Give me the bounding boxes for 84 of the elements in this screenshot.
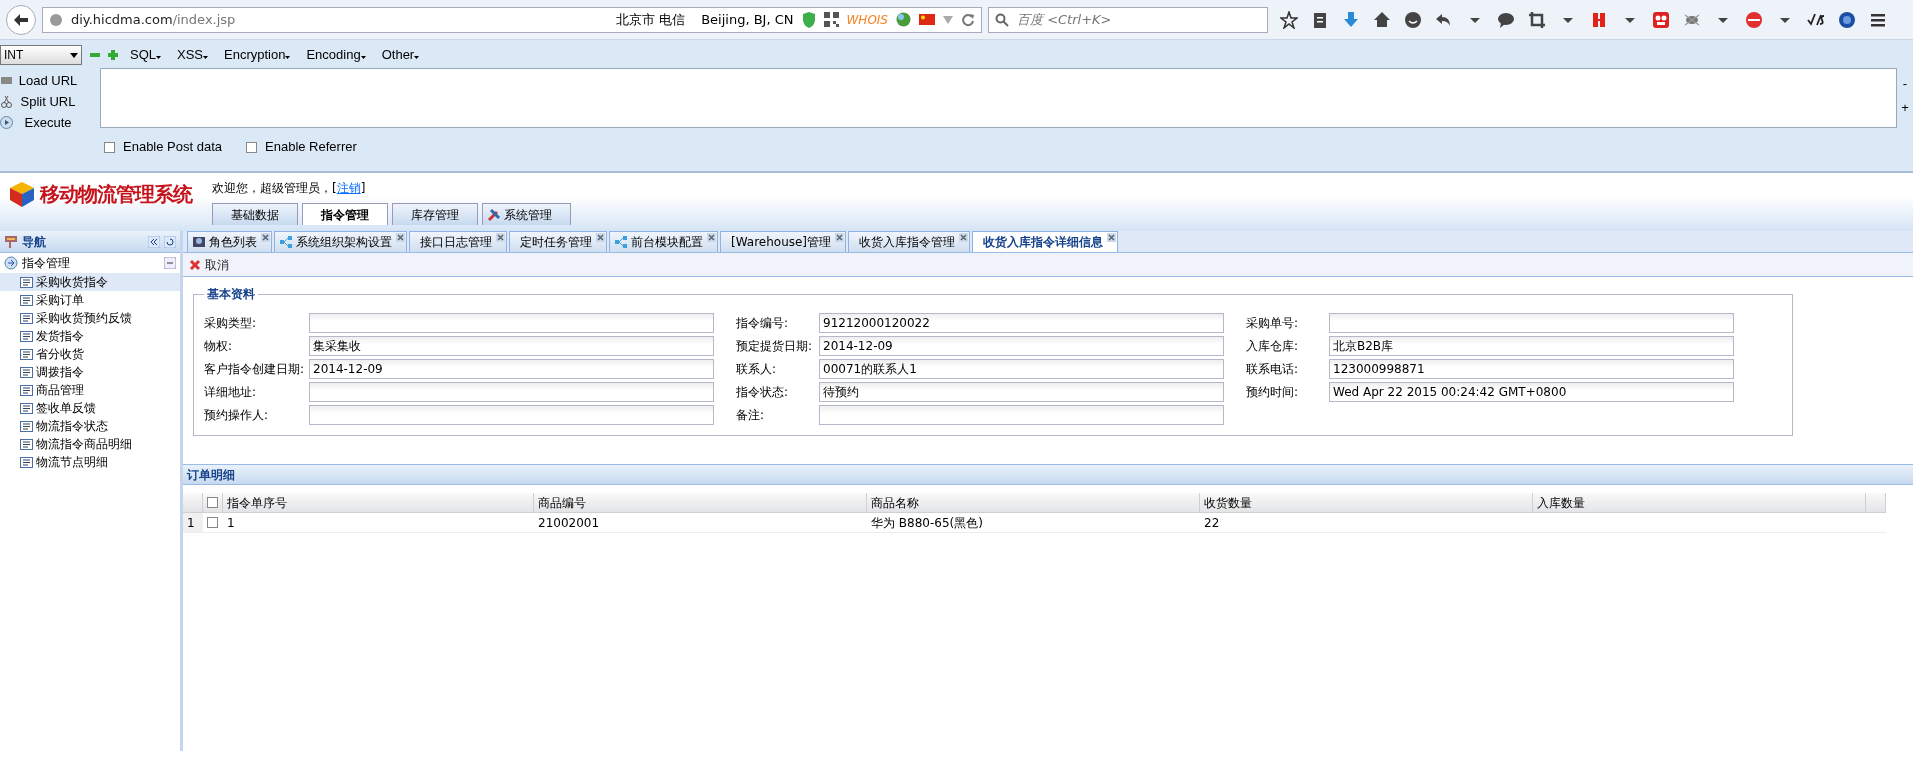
tree-item[interactable]: 省分收货 [0, 345, 180, 363]
input-field[interactable]: 集采集收 [309, 336, 714, 356]
input-field[interactable]: 2014-12-09 [819, 336, 1224, 356]
cancel-button[interactable]: 取消 [189, 255, 229, 274]
action-button[interactable]: Split URL [13, 91, 83, 112]
column-header[interactable]: 商品名称 [867, 493, 1200, 513]
tree-item[interactable]: 物流指令状态 [0, 417, 180, 435]
tab[interactable]: 收货入库指令管理 [848, 231, 971, 252]
tab[interactable]: 角色列表 [187, 231, 272, 252]
action-button[interactable]: Load URL [13, 70, 83, 91]
column-header[interactable]: 指令单序号 [223, 493, 534, 513]
table-cell: 21002001 [534, 513, 867, 533]
tree-item[interactable]: 商品管理 [0, 381, 180, 399]
action-button[interactable]: Execute [13, 112, 83, 133]
column-header[interactable]: 入库数量 [1533, 493, 1866, 513]
field-label: 预约操作人: [204, 407, 270, 424]
address-bar[interactable]: diy.hicdma.com/index.jsp 北京市 电信 Beijing, BJ, CN WHOIS [42, 6, 982, 33]
tab[interactable]: 定时任务管理 [509, 231, 607, 252]
tab[interactable]: 系统组织架构设置 [274, 231, 407, 252]
menu-button[interactable]: Encoding [302, 45, 370, 65]
menu-button[interactable]: SQL [126, 45, 165, 65]
tree-item[interactable]: 调拨指令 [0, 363, 180, 381]
logout-link[interactable]: 注销 [336, 181, 361, 195]
input-field[interactable]: 123000998871 [1329, 359, 1734, 379]
menu-button[interactable]: Other [377, 45, 424, 65]
menu-tab[interactable]: 基础数据 [212, 203, 298, 225]
field-label: 采购单号: [1246, 315, 1300, 332]
label-text: Enable Post data [123, 138, 223, 157]
geo-text: Beijing, BJ, CN [701, 10, 794, 29]
input-field[interactable]: 00071的联系人1 [819, 359, 1224, 379]
field-label: 入库仓库: [1246, 338, 1300, 355]
panel-title: 订单明细 [187, 466, 235, 484]
field-label: 采购类型: [204, 315, 258, 332]
tree-item[interactable]: 物流节点明细 [0, 453, 180, 471]
table-cell: 22 [1200, 513, 1533, 533]
resize-button[interactable]: + [1901, 97, 1909, 117]
tab[interactable]: 收货入库指令详细信息 [972, 231, 1119, 252]
search-box[interactable]: 百度 <Ctrl+K> [988, 6, 1268, 33]
field-label: 联系电话: [1246, 361, 1300, 378]
location-text: 北京市 电信 [616, 10, 686, 29]
tab[interactable]: 接口日志管理 [409, 231, 507, 252]
section-title: 基本资料 [206, 286, 256, 303]
checkbox-label[interactable]: Enable Post data [104, 137, 223, 157]
field-label: 详细地址: [204, 384, 258, 401]
field-label: 预定提货日期: [736, 338, 814, 355]
tree-item[interactable]: 物流指令商品明细 [0, 435, 180, 453]
label-text: Enable Referrer [265, 138, 357, 157]
field-label: 指令状态: [736, 384, 790, 401]
input-field[interactable]: 2014-12-09 [309, 359, 714, 379]
url-text: diy.hicdma.com/index.jsp [71, 10, 236, 29]
menu-tab[interactable]: 系统管理 [482, 203, 571, 225]
tab[interactable]: [Warehouse]管理 [720, 231, 847, 252]
menu-tab[interactable]: 库存管理 [392, 203, 478, 225]
field-label: 联系人: [736, 361, 778, 378]
resize-button[interactable]: - [1902, 74, 1908, 94]
type-select[interactable]: INT [0, 45, 82, 65]
tree-group[interactable]: 指令管理 [22, 254, 160, 272]
field-label: 备注: [736, 407, 766, 424]
row-number: 1 [183, 513, 203, 533]
input-field[interactable]: 北京B2B库 [1329, 336, 1734, 356]
field-label: 客户指令创建日期: [204, 361, 306, 378]
field-label: 预约时间: [1246, 384, 1300, 401]
table-cell: 华为 B880-65(黑色) [867, 513, 1200, 533]
checkbox-label[interactable]: Enable Referrer [246, 137, 357, 157]
panel-title: 导航 [22, 233, 47, 251]
menu-tab[interactable]: 指令管理 [302, 203, 388, 225]
tree-item[interactable]: 采购收货指令 [0, 273, 180, 291]
menu-button[interactable]: Encryption [220, 45, 295, 65]
column-header[interactable]: 收货数量 [1200, 493, 1533, 513]
field-label: 指令编号: [736, 315, 790, 332]
menu-button[interactable]: XSS [173, 45, 213, 65]
tree-item[interactable]: 采购订单 [0, 291, 180, 309]
input-field[interactable]: 91212000120022 [819, 313, 1224, 333]
input-field[interactable]: 待预约 [819, 382, 1224, 402]
welcome-text: 欢迎您，超级管理员，[注销] [212, 180, 366, 197]
tree-item[interactable]: 发货指令 [0, 327, 180, 345]
logo-text: 移动物流管理系统 [40, 181, 192, 208]
field-label: 物权: [204, 338, 234, 355]
column-header[interactable]: 商品编号 [534, 493, 867, 513]
input-field[interactable]: Wed Apr 22 2015 00:24:42 GMT+0800 [1329, 382, 1734, 402]
tree-item[interactable]: 签收单反馈 [0, 399, 180, 417]
tree-item[interactable]: 采购收货预约反馈 [0, 309, 180, 327]
tab[interactable]: 前台模块配置 [609, 231, 718, 252]
table-cell: 1 [223, 513, 534, 533]
